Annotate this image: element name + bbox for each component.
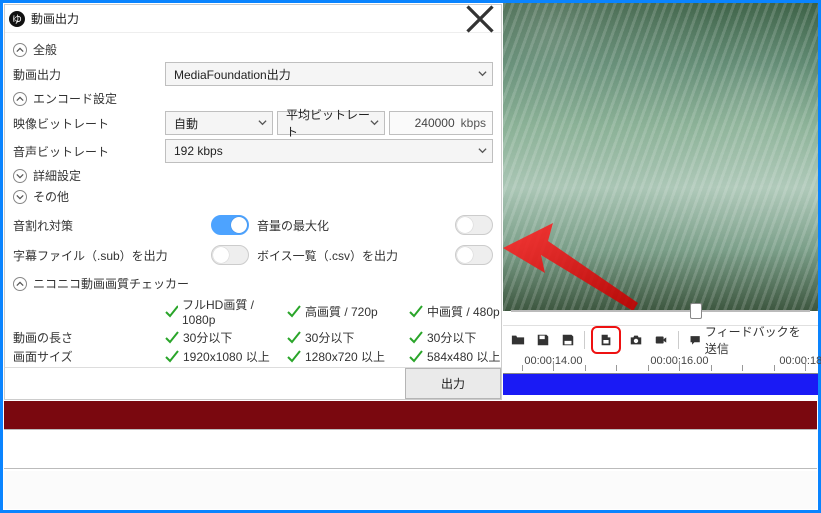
feedback-button[interactable]: フィードバックを送信 (685, 323, 814, 357)
section-general-label: 全般 (33, 41, 57, 58)
length-1: 30分以下 (183, 329, 232, 346)
output-method-value: MediaFoundation出力 (174, 66, 291, 83)
timeline-track-audio[interactable] (4, 401, 817, 429)
check-icon (165, 305, 178, 319)
quality-high: 高画質 / 720p (305, 303, 378, 320)
close-button[interactable] (465, 9, 495, 29)
divider (678, 331, 679, 349)
video-bitrate-mode-select[interactable]: 自動 (165, 111, 273, 135)
video-bitrate-mode-value: 自動 (174, 115, 198, 132)
comment-icon (689, 333, 701, 347)
quality-mid: 中画質 / 480p (427, 303, 500, 320)
chevron-down-icon (478, 144, 487, 158)
length-2: 30分以下 (305, 329, 354, 346)
camera-icon[interactable] (625, 329, 646, 351)
zoom-slider[interactable] (503, 303, 818, 319)
audio-bitrate-select[interactable]: 192 kbps (165, 139, 493, 163)
size-row-label: 画面サイズ (13, 348, 161, 365)
avg-bitrate-value: 240000 (396, 116, 455, 130)
dialog-title: 動画出力 (31, 10, 465, 27)
section-encode-label: エンコード設定 (33, 90, 117, 107)
check-icon (287, 350, 301, 364)
check-icon (287, 305, 301, 319)
size-3: 584x480 以上 (427, 348, 500, 365)
section-other-label: その他 (33, 188, 69, 205)
length-row-label: 動画の長さ (13, 329, 161, 346)
check-icon (409, 331, 423, 345)
clip-prevent-toggle[interactable] (211, 215, 249, 235)
chevron-down-icon (258, 116, 267, 130)
avg-bitrate-unit: kbps (461, 116, 486, 130)
check-icon (409, 305, 423, 319)
voice-csv-toggle[interactable] (455, 245, 493, 265)
output-button-label: 出力 (441, 375, 465, 392)
timeline-ruler[interactable]: 00:00:14.00 00:00:16.00 00:00:18.0 (503, 355, 818, 371)
section-details[interactable]: 詳細設定 (13, 167, 493, 184)
vol-maximize-toggle[interactable] (455, 215, 493, 235)
size-1: 1920x1080 以上 (183, 348, 270, 365)
section-niconico[interactable]: ニコニコ動画画質チェッカー (13, 275, 493, 292)
record-icon[interactable] (651, 329, 672, 351)
sub-output-label: 字幕ファイル（.sub）を出力 (13, 247, 203, 264)
section-details-label: 詳細設定 (33, 167, 81, 184)
output-button[interactable]: 出力 (405, 368, 501, 399)
save-icon[interactable] (532, 329, 553, 351)
check-icon (409, 350, 423, 364)
save-as-icon[interactable] (557, 329, 578, 351)
sub-output-toggle[interactable] (211, 245, 249, 265)
output-method-select[interactable]: MediaFoundation出力 (165, 62, 493, 86)
section-other[interactable]: その他 (13, 188, 493, 205)
export-button-highlight (591, 326, 621, 354)
export-video-icon[interactable] (594, 329, 618, 351)
ruler-label: 00:00:18.0 (779, 355, 821, 367)
output-label: 動画出力 (13, 66, 161, 83)
chevron-up-icon (13, 43, 27, 57)
audio-bitrate-value: 192 kbps (174, 144, 223, 158)
editor-toolbar: フィードバックを送信 (503, 325, 818, 353)
audio-bitrate-label: 音声ビットレート (13, 143, 161, 160)
close-icon (465, 4, 495, 34)
export-dialog: ゆ 動画出力 全般 動画出力 MediaFoundation出力 エンコード設定… (4, 4, 502, 400)
chevron-down-icon (13, 190, 27, 204)
divider (584, 331, 585, 349)
timeline-track-empty[interactable] (4, 429, 817, 469)
open-folder-icon[interactable] (507, 329, 528, 351)
avg-bitrate-input[interactable]: 240000 kbps (389, 111, 493, 135)
check-icon (165, 350, 179, 364)
chevron-down-icon (478, 67, 487, 81)
chevron-up-icon (13, 92, 27, 106)
vol-maximize-label: 音量の最大化 (257, 217, 447, 234)
voice-csv-label: ボイス一覧（.csv）を出力 (257, 247, 447, 264)
check-icon (287, 331, 301, 345)
quality-fullhd: フルHD画質 / 1080p (182, 296, 283, 327)
feedback-label: フィードバックを送信 (705, 323, 810, 357)
chevron-down-icon (370, 116, 379, 130)
chevron-down-icon (13, 169, 27, 183)
dialog-titlebar: ゆ 動画出力 (5, 5, 501, 33)
section-niconico-label: ニコニコ動画画質チェッカー (33, 275, 189, 292)
video-bitrate-label: 映像ビットレート (13, 115, 161, 132)
quality-checker-grid: フルHD画質 / 1080p 高画質 / 720p 中画質 / 480p 動画の… (13, 296, 493, 365)
video-preview (503, 3, 818, 311)
avg-bitrate-select[interactable]: 平均ビットレート (277, 111, 385, 135)
check-icon (165, 331, 179, 345)
length-3: 30分以下 (427, 329, 476, 346)
chevron-up-icon (13, 277, 27, 291)
section-encode[interactable]: エンコード設定 (13, 90, 493, 107)
size-2: 1280x720 以上 (305, 348, 385, 365)
timeline-area (4, 471, 817, 509)
app-icon: ゆ (9, 11, 25, 27)
clip-prevent-label: 音割れ対策 (13, 217, 203, 234)
timeline-track-video[interactable] (503, 373, 818, 395)
avg-bitrate-label: 平均ビットレート (286, 106, 378, 140)
section-general[interactable]: 全般 (13, 41, 493, 58)
